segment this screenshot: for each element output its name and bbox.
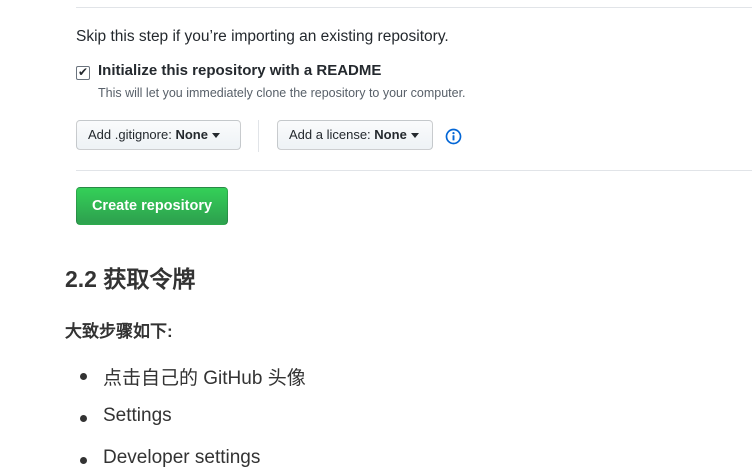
readme-checkbox[interactable]: ✔ <box>76 65 90 80</box>
bullet-icon <box>80 373 87 380</box>
bullet-icon <box>80 457 87 464</box>
license-prefix: Add a license: <box>289 127 371 142</box>
section-divider <box>76 170 752 171</box>
steps-subheading: 大致步骤如下: <box>65 322 173 341</box>
top-divider <box>76 7 752 8</box>
checkmark-icon: ✔ <box>77 65 89 79</box>
caret-down-icon <box>410 133 419 139</box>
license-select[interactable]: Add a license: None <box>277 120 433 150</box>
skip-step-hint: Skip this step if you’re importing an ex… <box>76 28 449 45</box>
step-text: Settings <box>103 405 172 426</box>
gitignore-value: None <box>175 127 208 142</box>
section-heading: 2.2 获取令牌 <box>65 266 196 292</box>
license-value: None <box>374 127 407 142</box>
create-repository-button[interactable]: Create repository <box>76 187 228 225</box>
bullet-icon <box>80 415 87 422</box>
step-text: Developer settings <box>103 447 261 468</box>
readme-description: This will let you immediately clone the … <box>98 86 466 100</box>
gitignore-prefix: Add .gitignore: <box>88 127 172 142</box>
step-text: 点击自己的 GitHub 头像 <box>103 368 306 389</box>
select-divider <box>258 120 259 152</box>
info-icon[interactable] <box>445 128 462 145</box>
readme-label[interactable]: Initialize this repository with a README <box>98 62 381 79</box>
gitignore-select[interactable]: Add .gitignore: None <box>76 120 241 150</box>
page: Skip this step if you’re importing an ex… <box>0 0 752 476</box>
caret-down-icon <box>211 133 220 139</box>
